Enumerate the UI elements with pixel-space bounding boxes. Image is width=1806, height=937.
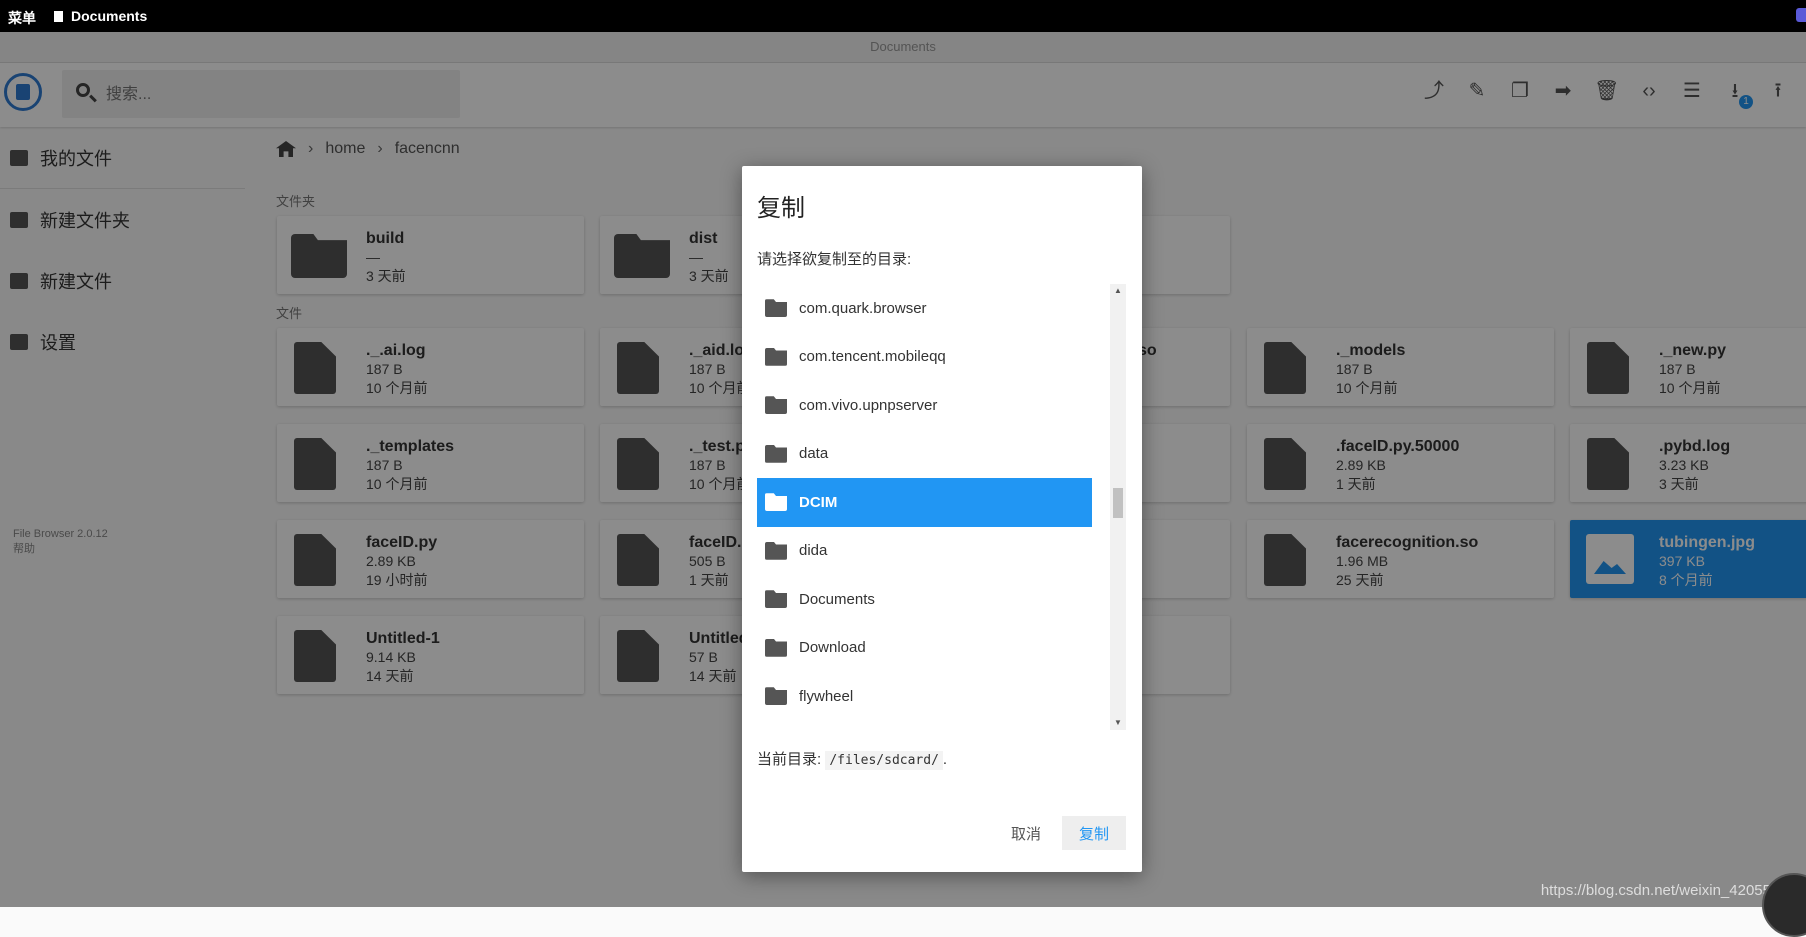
directory-name: dida [799, 542, 828, 560]
directory-item[interactable]: com.tencent.mobileqq [757, 333, 1092, 382]
folder-icon [765, 347, 787, 366]
directory-name: com.quark.browser [799, 299, 927, 317]
copy-button[interactable]: 复制 [1062, 816, 1126, 850]
os-tab-label: Documents [71, 8, 148, 24]
directory-item[interactable]: data [757, 430, 1092, 479]
directory-item[interactable]: Download [757, 624, 1092, 673]
folder-icon [765, 299, 787, 318]
document-icon [54, 10, 63, 22]
folder-icon [765, 493, 787, 512]
scroll-thumb[interactable] [1113, 488, 1123, 518]
folder-icon [765, 396, 787, 415]
cancel-button[interactable]: 取消 [1000, 816, 1052, 850]
current-directory: 当前目录: /files/sdcard/. [757, 748, 948, 770]
directory-item-selected[interactable]: DCIM [757, 478, 1092, 527]
tray-icon[interactable] [1796, 8, 1806, 22]
directory-item[interactable]: flywheel [757, 672, 1092, 721]
directory-name: Documents [799, 590, 875, 608]
directory-scrollbar[interactable]: ▲ ▼ [1110, 284, 1126, 730]
directory-name: com.vivo.upnpserver [799, 396, 938, 414]
current-directory-label: 当前目录: [757, 751, 822, 768]
scroll-up-icon[interactable]: ▲ [1110, 284, 1126, 298]
directory-name: flywheel [799, 687, 854, 705]
dialog-prompt: 请选择欲复制至的目录: [757, 251, 912, 268]
current-directory-suffix: . [942, 751, 948, 768]
folder-icon [765, 638, 787, 657]
directory-item[interactable]: com.vivo.upnpserver [757, 381, 1092, 430]
folder-icon [765, 541, 787, 560]
os-documents-tab[interactable]: Documents [54, 8, 147, 24]
directory-name: data [799, 445, 829, 463]
folder-icon [765, 444, 787, 463]
directory-item[interactable]: dida [757, 527, 1092, 576]
os-top-bar: 菜单 Documents [0, 0, 1806, 32]
directory-name: DCIM [799, 493, 838, 511]
dialog-title: 复制 [757, 195, 805, 222]
directory-item[interactable]: Documents [757, 575, 1092, 624]
folder-icon [765, 687, 787, 706]
folder-icon [765, 590, 787, 609]
directory-item[interactable]: com.quark.browser [757, 284, 1092, 333]
directory-list[interactable]: com.quark.browser com.tencent.mobileqq c… [757, 284, 1092, 730]
copy-dialog: 复制 请选择欲复制至的目录: com.quark.browser com.ten… [742, 166, 1142, 872]
directory-name: com.tencent.mobileqq [799, 348, 946, 366]
os-menu-button[interactable]: 菜单 [8, 8, 36, 28]
directory-name: Download [799, 639, 866, 657]
current-directory-path: /files/sdcard/ [825, 751, 943, 770]
watermark-text: https://blog.csdn.net/weixin_42055532 [1540, 882, 1796, 899]
scroll-down-icon[interactable]: ▼ [1110, 716, 1126, 730]
